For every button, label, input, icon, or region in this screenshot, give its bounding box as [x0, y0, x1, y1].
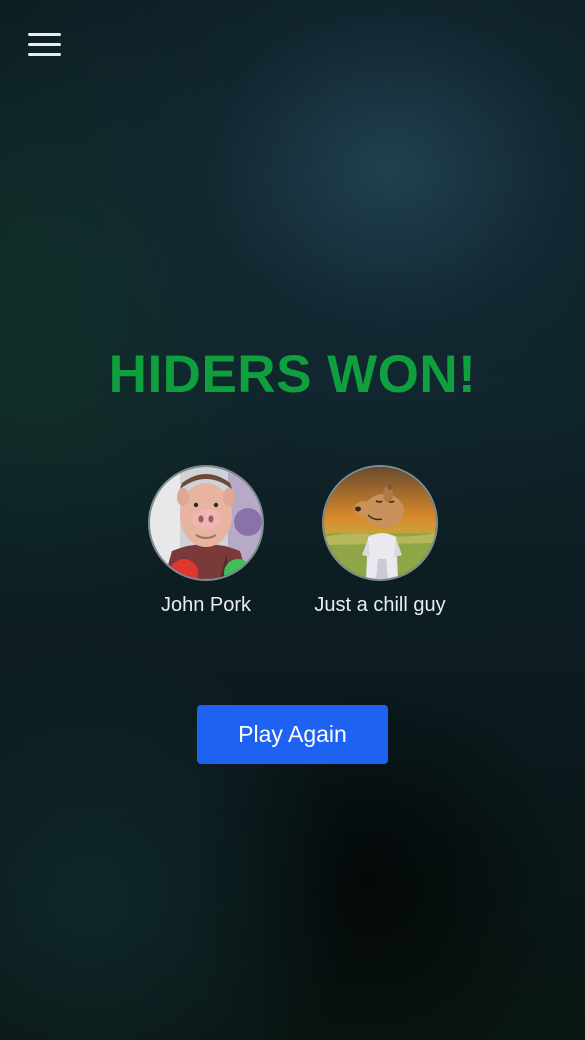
play-again-button[interactable]: Play Again [197, 705, 388, 764]
avatar [148, 465, 264, 581]
result-title: HIDERS WON! [108, 345, 477, 404]
winner-name: John Pork [160, 594, 252, 616]
pig-man-avatar-image [150, 467, 262, 579]
winner-card: John Pork [116, 465, 296, 618]
winners-list: John Pork Just a chill guy [0, 465, 585, 625]
winner-name: Just a chill guy [314, 594, 446, 616]
avatar [322, 465, 438, 581]
chill-guy-avatar-image [324, 467, 436, 579]
hamburger-menu-icon [28, 33, 61, 56]
winner-card: Just a chill guy [290, 465, 470, 618]
menu-button[interactable] [26, 30, 64, 60]
